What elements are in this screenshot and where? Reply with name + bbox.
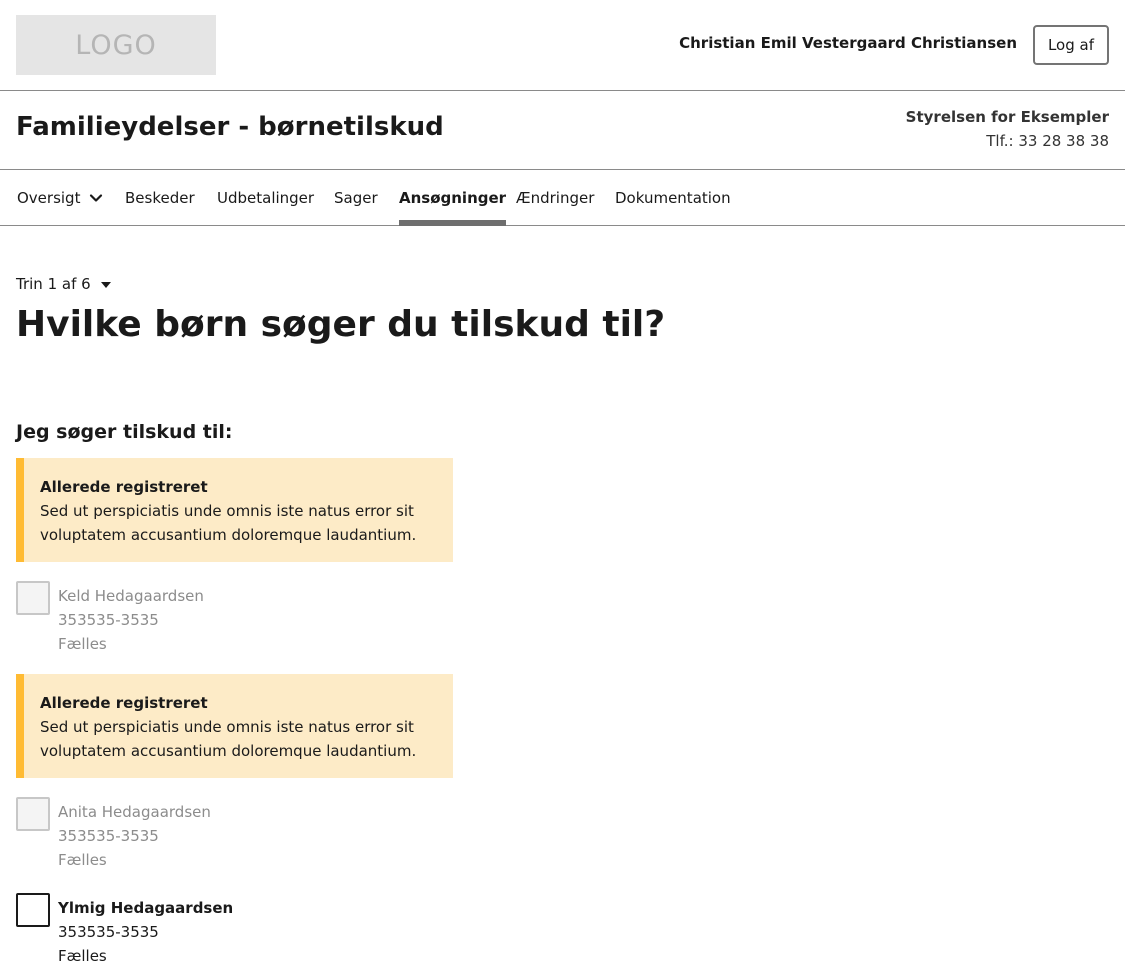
child-name: Keld Hedagaardsen <box>58 587 204 605</box>
alert-title: Allerede registreret <box>40 478 208 496</box>
child-checkbox[interactable] <box>16 893 50 927</box>
fieldset-legend: Jeg søger tilskud til: <box>16 421 233 443</box>
alert-text: Sed ut perspiciatis unde omnis iste natu… <box>40 502 414 520</box>
nav-item-udbetalinger[interactable]: Udbetalinger <box>217 170 314 225</box>
page-title: Hvilke børn søger du tilskud til? <box>16 304 666 345</box>
nav-item-label: Dokumentation <box>615 188 731 207</box>
alert-title: Allerede registreret <box>40 694 208 712</box>
child-name: Anita Hedagaardsen <box>58 803 211 821</box>
chevron-down-icon <box>90 193 103 202</box>
service-title: Familieydelser - børnetilskud <box>16 112 444 142</box>
child-name: Ylmig Hedagaardsen <box>58 899 234 917</box>
child-custody: Fælles <box>58 635 107 653</box>
nav-item-oversigt[interactable]: Oversigt <box>17 170 104 225</box>
child-custody: Fælles <box>58 947 107 965</box>
child-cpr: 353535-3535 <box>58 611 159 629</box>
nav-item-aendringer[interactable]: Ændringer <box>516 170 594 225</box>
alert-text: voluptatem accusantium doloremque laudan… <box>40 526 417 544</box>
nav-item-beskeder[interactable]: Beskeder <box>125 170 195 225</box>
logout-button[interactable]: Log af <box>1033 25 1109 65</box>
authority-phone: Tlf.: 33 28 38 38 <box>986 132 1109 150</box>
nav-item-label: Oversigt <box>17 188 81 207</box>
logo[interactable]: LOGO <box>16 15 216 75</box>
child-cpr: 353535-3535 <box>58 923 159 941</box>
child-custody: Fælles <box>58 851 107 869</box>
child-info[interactable]: Ylmig Hedagaardsen 353535-3535 Fælles <box>58 896 233 968</box>
nav-item-dokumentation[interactable]: Dokumentation <box>615 170 731 225</box>
service-header: Familieydelser - børnetilskud Styrelsen … <box>0 91 1125 170</box>
authority-info: Styrelsen for Eksempler Tlf.: 33 28 38 3… <box>906 105 1109 153</box>
child-info: Anita Hedagaardsen 353535-3535 Fælles <box>58 800 211 872</box>
caret-down-icon <box>100 282 111 288</box>
user-name: Christian Emil Vestergaard Christiansen <box>679 34 1017 52</box>
child-checkbox <box>16 581 50 615</box>
child-info: Keld Hedagaardsen 353535-3535 Fælles <box>58 584 204 656</box>
nav-item-sager[interactable]: Sager <box>334 170 378 225</box>
warning-alert: Allerede registreret Sed ut perspiciatis… <box>16 674 453 778</box>
alert-text: voluptatem accusantium doloremque laudan… <box>40 742 417 760</box>
nav-item-label: Beskeder <box>125 188 195 207</box>
child-cpr: 353535-3535 <box>58 827 159 845</box>
authority-name: Styrelsen for Eksempler <box>905 108 1109 126</box>
nav-item-ansoegninger[interactable]: Ansøgninger <box>399 170 507 226</box>
nav-item-label: Udbetalinger <box>217 188 315 207</box>
alert-text: Sed ut perspiciatis unde omnis iste natu… <box>40 718 414 736</box>
nav-item-label: Ansøgninger <box>399 188 507 207</box>
warning-alert: Allerede registreret Sed ut perspiciatis… <box>16 458 453 562</box>
nav-item-label: Ændringer <box>516 188 595 207</box>
child-checkbox <box>16 797 50 831</box>
nav-item-label: Sager <box>334 188 378 207</box>
step-label: Trin 1 af 6 <box>16 275 91 293</box>
top-bar: LOGO Christian Emil Vestergaard Christia… <box>0 0 1125 91</box>
main-navigation: Oversigt Beskeder Udbetalinger Sager Ans… <box>0 170 1125 226</box>
step-indicator[interactable]: Trin 1 af 6 <box>16 275 111 293</box>
